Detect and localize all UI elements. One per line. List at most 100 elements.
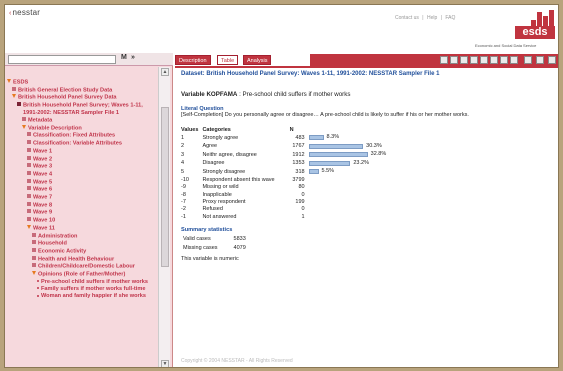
print-icon[interactable] xyxy=(510,56,518,64)
tree-item[interactable]: Opinions (Role of Father/Mother) xyxy=(7,271,157,279)
node-icon[interactable] xyxy=(27,194,31,199)
nesstar-logo[interactable]: ‹nesstar xyxy=(9,8,40,17)
tree-item[interactable]: Family suffers if mother works full-time xyxy=(7,286,157,293)
dataset-title[interactable]: Dataset: British Household Panel Survey:… xyxy=(181,71,556,77)
search-button[interactable]: M xyxy=(121,54,127,61)
expand-arrow-icon[interactable] xyxy=(22,124,26,129)
node-icon[interactable] xyxy=(27,132,31,137)
tree-item[interactable]: Wave 10 xyxy=(7,217,157,225)
help-link[interactable]: Help xyxy=(427,15,437,21)
tree-item[interactable]: Variable Description xyxy=(7,124,157,133)
node-icon[interactable] xyxy=(12,86,16,91)
tree-item[interactable]: Children/Childcare/Domestic Labour xyxy=(7,263,157,271)
node-icon[interactable] xyxy=(37,287,39,290)
tab-description[interactable]: Description xyxy=(175,55,211,65)
node-icon[interactable] xyxy=(32,255,36,260)
n-cell: 3799 xyxy=(292,176,305,183)
percent-label: 8.3% xyxy=(326,134,340,140)
scroll-up-icon[interactable]: ▲ xyxy=(161,68,169,76)
node-icon[interactable] xyxy=(32,247,36,252)
expand-arrow-icon[interactable] xyxy=(27,224,31,229)
tree-item[interactable]: ESDS xyxy=(7,79,157,87)
node-icon[interactable] xyxy=(37,280,39,283)
node-icon[interactable] xyxy=(27,140,31,145)
resource-tree: ESDS British General Election Study Data B… xyxy=(7,79,157,365)
node-icon[interactable] xyxy=(27,217,31,222)
tree-item[interactable]: Wave 9 xyxy=(7,209,157,217)
node-icon[interactable] xyxy=(27,163,31,168)
tree-item[interactable]: Household xyxy=(7,240,157,248)
tree-item[interactable]: Wave 5 xyxy=(7,178,157,187)
expand-arrow-icon[interactable] xyxy=(32,271,36,276)
search-input[interactable] xyxy=(8,55,116,64)
tree-item-label: Family suffers if mother works full-time xyxy=(41,285,146,292)
table-row: Valid cases 5833 xyxy=(183,235,260,242)
tree-item[interactable]: Wave 7 xyxy=(7,194,157,202)
tree-item[interactable]: Wave 6 xyxy=(7,186,157,194)
tree-item-label: Children/Childcare/Domestic Labour xyxy=(38,263,135,270)
node-icon[interactable] xyxy=(27,201,31,206)
tree-item[interactable]: Wave 4 xyxy=(7,170,157,179)
tree-item[interactable]: Classification: Variable Attributes xyxy=(7,140,157,148)
table-icon[interactable] xyxy=(460,56,468,64)
node-icon[interactable] xyxy=(27,178,31,183)
download-icon[interactable] xyxy=(500,56,508,64)
faq-link[interactable]: FAQ xyxy=(445,15,455,21)
tree-item[interactable]: Economic Activity xyxy=(7,247,157,256)
subset-icon[interactable] xyxy=(480,56,488,64)
node-icon[interactable] xyxy=(27,170,31,175)
expand-arrow-icon[interactable] xyxy=(12,94,16,99)
category-cell: Refused xyxy=(202,206,223,213)
chart-icon[interactable] xyxy=(470,56,478,64)
scroll-thumb[interactable] xyxy=(161,107,169,267)
tab-analysis[interactable]: Analysis xyxy=(243,55,272,65)
category-cell: Inapplicable xyxy=(202,191,232,198)
expand-arrow-icon[interactable] xyxy=(7,79,11,83)
summary-label: Missing cases xyxy=(183,245,218,252)
tree-item[interactable]: Health and Health Behaviour xyxy=(7,255,157,264)
tree-item[interactable]: Wave 2 xyxy=(7,155,157,164)
node-icon[interactable] xyxy=(27,147,31,152)
layout-icon[interactable] xyxy=(536,56,544,64)
tree-scrollbar[interactable]: ▲ ▼ xyxy=(158,67,170,367)
node-icon[interactable] xyxy=(32,240,36,245)
tree-item[interactable]: Administration xyxy=(7,232,157,241)
value-cell: -9 xyxy=(181,184,186,191)
tree-item[interactable]: British Household Panel Survey Data xyxy=(7,94,157,102)
node-icon[interactable] xyxy=(27,155,31,160)
n-cell: 1 xyxy=(301,213,305,220)
weight-icon[interactable] xyxy=(490,56,498,64)
category-cell: Strongly agree xyxy=(202,134,239,141)
value-cell: -10 xyxy=(181,176,189,183)
category-cell: Disagree xyxy=(202,160,225,167)
node-icon[interactable] xyxy=(32,263,36,268)
node-icon[interactable] xyxy=(27,186,31,191)
tree-item[interactable]: Metadata xyxy=(7,117,157,125)
node-icon[interactable] xyxy=(17,102,21,107)
window-icon[interactable] xyxy=(548,56,556,64)
node-icon[interactable] xyxy=(32,232,36,237)
tree-item[interactable]: British Household Panel Survey; Waves 1-… xyxy=(7,102,157,117)
tree-item-label: British Household Panel Survey; Waves 1-… xyxy=(23,102,143,116)
zoom-icon[interactable] xyxy=(524,56,532,64)
node-icon[interactable] xyxy=(37,294,39,297)
tree-item[interactable]: Wave 11 xyxy=(7,224,157,233)
tree-item[interactable]: British General Election Study Data xyxy=(7,86,157,95)
bookmark-icon[interactable] xyxy=(450,56,458,64)
scroll-down-icon[interactable]: ▼ xyxy=(161,360,169,367)
tree-item[interactable]: Wave 1 xyxy=(7,147,157,156)
tree-item[interactable]: Wave 3 xyxy=(7,163,157,171)
n-cell: 199 xyxy=(295,199,305,206)
next-button[interactable]: » xyxy=(131,54,135,61)
node-icon[interactable] xyxy=(22,117,26,122)
tree-item-label: Wave 6 xyxy=(33,186,53,193)
tab-table[interactable]: Table xyxy=(217,55,239,65)
tree-item[interactable]: Wave 8 xyxy=(7,201,157,210)
bar-cell xyxy=(309,214,391,221)
tree-item[interactable]: Classification: Fixed Attributes xyxy=(7,132,157,140)
node-icon[interactable] xyxy=(27,209,31,214)
contact-link[interactable]: Contact us xyxy=(395,15,419,21)
info-icon[interactable] xyxy=(440,56,448,64)
tree-item[interactable]: Pre-school child suffers if mother works xyxy=(7,279,157,286)
tree-item[interactable]: Woman and family happier if she works xyxy=(7,293,157,300)
